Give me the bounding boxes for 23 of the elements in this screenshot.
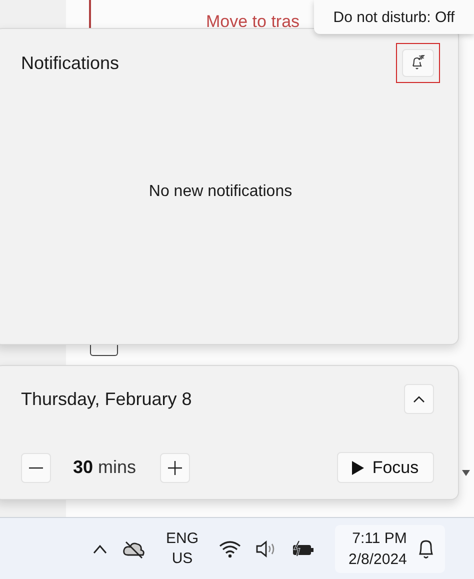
speaker-icon[interactable] — [254, 540, 277, 558]
minus-icon — [29, 466, 43, 468]
focus-duration: 30 mins — [73, 457, 136, 478]
wifi-icon[interactable] — [218, 540, 241, 558]
panel-title: Notifications — [21, 52, 120, 74]
bell-snooze-icon — [411, 55, 425, 71]
clock-button[interactable]: 7:11 PM 2/8/2024 — [334, 524, 445, 572]
tooltip: Do not disturb: Off — [314, 0, 474, 34]
move-to-trash-link[interactable]: Move to tras — [206, 12, 300, 32]
scroll-down-icon[interactable] — [462, 470, 470, 476]
chevron-up-icon[interactable] — [92, 544, 108, 554]
calendar-date: Thursday, February 8 — [21, 388, 192, 410]
play-icon — [352, 460, 364, 474]
do-not-disturb-button[interactable] — [402, 49, 434, 77]
chevron-up-icon — [413, 395, 425, 403]
battery-charging-icon[interactable] — [290, 540, 315, 558]
language-indicator[interactable]: ENG US — [166, 528, 199, 568]
focus-button[interactable]: Focus — [337, 452, 434, 483]
empty-message: No new notifications — [148, 183, 292, 201]
cloud-off-icon[interactable] — [122, 538, 146, 558]
increase-button[interactable] — [160, 452, 190, 482]
plus-icon — [168, 460, 182, 474]
bell-icon — [416, 538, 435, 560]
